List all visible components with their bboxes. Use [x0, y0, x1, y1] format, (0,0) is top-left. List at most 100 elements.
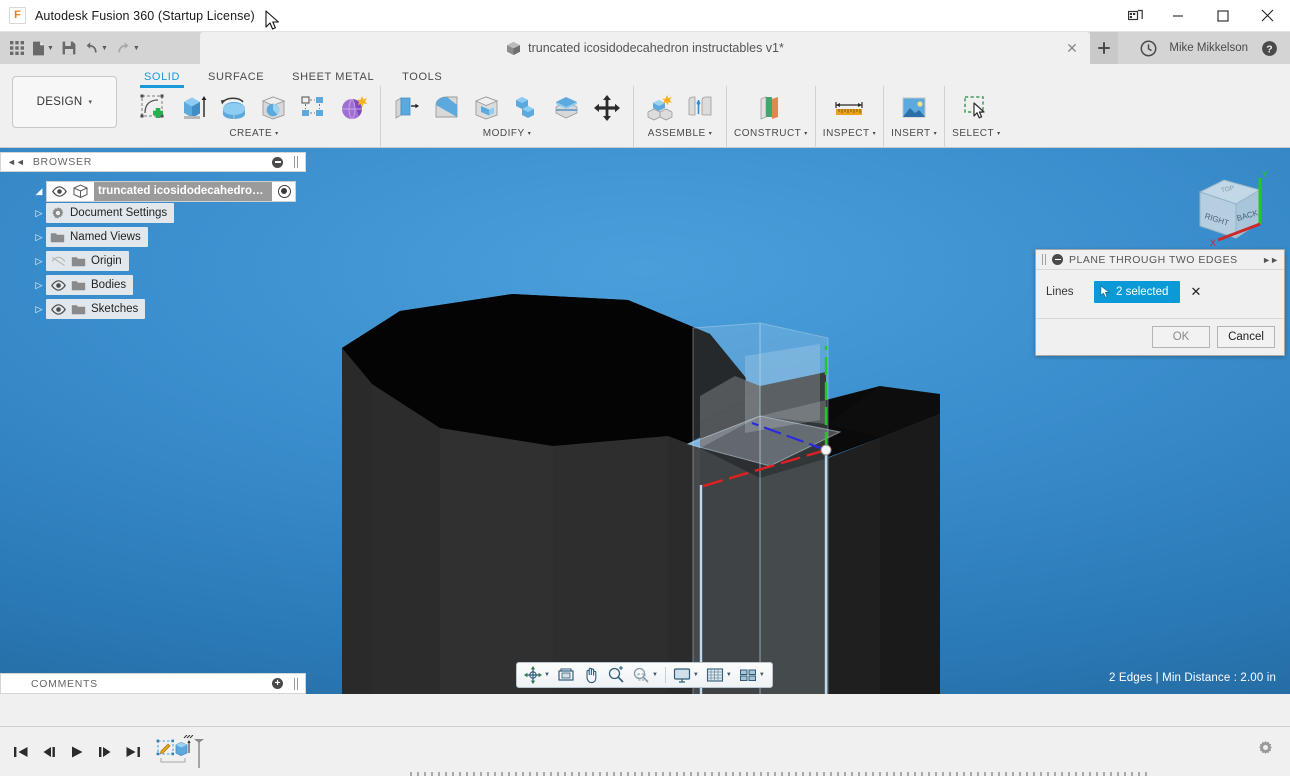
redo-button[interactable]: ▼	[112, 35, 144, 61]
tree-root-selected[interactable]: truncated icosidodecahedro…	[94, 182, 272, 201]
eye-icon[interactable]	[50, 279, 66, 292]
tree-item-bodies[interactable]: ▷ Bodies	[32, 274, 306, 296]
joint-tool[interactable]	[681, 87, 719, 129]
timeline-go-start[interactable]	[10, 740, 32, 764]
timeline-step-forward[interactable]	[94, 740, 116, 764]
expand-arrow-icon[interactable]: ▷	[32, 278, 46, 292]
minus-circle-icon[interactable]	[1052, 254, 1063, 265]
eye-icon[interactable]	[50, 303, 66, 316]
clock-icon[interactable]	[1137, 37, 1159, 59]
viewports[interactable]: ▼	[736, 664, 768, 686]
double-chevron-left-icon[interactable]: ◄◄	[7, 157, 25, 167]
tab-surface[interactable]: SURFACE	[194, 68, 278, 88]
zoom-tool[interactable]	[604, 664, 628, 686]
maximize-button[interactable]	[1200, 0, 1245, 32]
revolve-tool[interactable]	[215, 87, 253, 129]
panel-label-modify[interactable]: MODIFY ▾	[483, 128, 531, 139]
plus-circle-icon[interactable]: +	[272, 678, 283, 689]
minus-circle-icon[interactable]	[272, 157, 283, 168]
restore-external-icon[interactable]	[1115, 0, 1155, 32]
help-icon[interactable]: ?	[1258, 37, 1280, 59]
3d-viewport[interactable]: RIGHT BACK TOP Y X 2 Edges | Min Distanc…	[0, 148, 1290, 694]
close-icon[interactable]: ✕	[1064, 40, 1080, 56]
tree-item-sketches[interactable]: ▷ Sketches	[32, 298, 306, 320]
eye-off-icon[interactable]	[50, 255, 66, 268]
panel-label-assemble[interactable]: ASSEMBLE ▾	[648, 128, 712, 139]
comments-panel[interactable]: COMMENTS +	[0, 673, 306, 694]
workspace-selector[interactable]: DESIGN ▾	[12, 76, 117, 128]
insert-image-tool[interactable]	[895, 87, 933, 129]
tab-solid[interactable]: SOLID	[130, 68, 194, 88]
panel-label-select[interactable]: SELECT ▾	[952, 128, 1000, 139]
move-copy-tool[interactable]	[588, 87, 626, 129]
display-settings[interactable]: ▼	[670, 664, 702, 686]
create-sketch-tool[interactable]	[135, 87, 173, 129]
create-form-tool[interactable]	[335, 87, 373, 129]
new-component-tool[interactable]	[641, 87, 679, 129]
eye-icon[interactable]	[51, 185, 67, 198]
panel-label-create[interactable]: CREATE ▾	[229, 128, 278, 139]
grid-snaps[interactable]: ▼	[703, 664, 735, 686]
browser-resize-grip[interactable]	[294, 156, 299, 168]
expand-arrow-icon[interactable]: ◢	[32, 184, 46, 198]
double-chevron-right-icon[interactable]: ►►	[1262, 255, 1278, 265]
expand-arrow-icon[interactable]: ▷	[32, 254, 46, 268]
tree-item-origin[interactable]: ▷ Origin	[32, 250, 306, 272]
truncated-icosidodecahedron-body	[340, 294, 940, 694]
panel-label-inspect[interactable]: INSPECT ▾	[823, 128, 876, 139]
expand-arrow-icon[interactable]: ▷	[32, 302, 46, 316]
offset-face-tool[interactable]	[548, 87, 586, 129]
press-pull-tool[interactable]	[388, 87, 426, 129]
look-at-tool[interactable]	[554, 664, 578, 686]
zoom-window-tool[interactable]: ▼	[629, 664, 661, 686]
new-tab-button[interactable]	[1090, 32, 1118, 64]
expand-arrow-icon[interactable]: ▷	[32, 206, 46, 220]
comments-resize-grip[interactable]	[294, 678, 299, 690]
activate-radio-icon[interactable]	[278, 185, 291, 198]
shell-tool[interactable]	[468, 87, 506, 129]
cancel-button[interactable]: Cancel	[1217, 326, 1275, 348]
panel-label-construct[interactable]: CONSTRUCT ▾	[734, 128, 808, 139]
construct-plane-tool[interactable]	[752, 87, 790, 129]
timeline-go-end[interactable]	[122, 740, 144, 764]
dialog-drag-grip[interactable]	[1042, 254, 1046, 265]
pattern-tool[interactable]	[295, 87, 333, 129]
extrude-tool[interactable]	[175, 87, 213, 129]
orbit-tool[interactable]: ▼	[521, 664, 553, 686]
ok-button[interactable]: OK	[1152, 326, 1210, 348]
view-cube[interactable]: RIGHT BACK TOP Y X	[1184, 164, 1276, 256]
lines-selection-button[interactable]: 2 selected	[1094, 281, 1180, 303]
pan-tool[interactable]	[579, 664, 603, 686]
save-button[interactable]	[58, 35, 80, 61]
form-sphere-icon	[339, 93, 369, 123]
expand-arrow-icon[interactable]: ▷	[32, 230, 46, 244]
tab-tools[interactable]: TOOLS	[388, 68, 456, 88]
combine-tool[interactable]	[508, 87, 546, 129]
panel-label-insert[interactable]: INSERT ▾	[891, 128, 937, 139]
tab-sheet-metal[interactable]: SHEET METAL	[278, 68, 388, 88]
minimize-button[interactable]	[1155, 0, 1200, 32]
timeline-play[interactable]	[66, 740, 88, 764]
app-grid-button[interactable]	[6, 35, 28, 61]
tree-root-node[interactable]: ◢	[32, 180, 306, 202]
panel-create-text: CREATE	[229, 128, 272, 139]
select-tool[interactable]	[957, 87, 995, 129]
tree-item-document-settings[interactable]: ▷ Document Settings	[32, 202, 306, 224]
timeline-step-back[interactable]	[38, 740, 60, 764]
measure-tool[interactable]	[830, 87, 868, 129]
close-button[interactable]	[1245, 0, 1290, 32]
gear-icon	[1257, 740, 1274, 757]
undo-button[interactable]: ▼	[80, 35, 112, 61]
tree-item-label: Sketches	[91, 303, 138, 315]
fillet-tool[interactable]	[428, 87, 466, 129]
timeline-settings-button[interactable]	[1257, 740, 1274, 762]
clear-selection-icon[interactable]: ✕	[1190, 285, 1201, 298]
new-file-button[interactable]: ▼	[28, 35, 58, 61]
timeline-feature-extrude[interactable]	[176, 740, 191, 756]
user-name-label[interactable]: Mike Mikkelson	[1169, 42, 1248, 54]
timeline-feature-sketch[interactable]	[157, 739, 174, 755]
dialog-header[interactable]: PLANE THROUGH TWO EDGES ►►	[1036, 250, 1284, 270]
document-tab[interactable]: truncated icosidodecahedron instructable…	[200, 32, 1090, 64]
tree-item-named-views[interactable]: ▷ Named Views	[32, 226, 306, 248]
sweep-tool[interactable]	[255, 87, 293, 129]
